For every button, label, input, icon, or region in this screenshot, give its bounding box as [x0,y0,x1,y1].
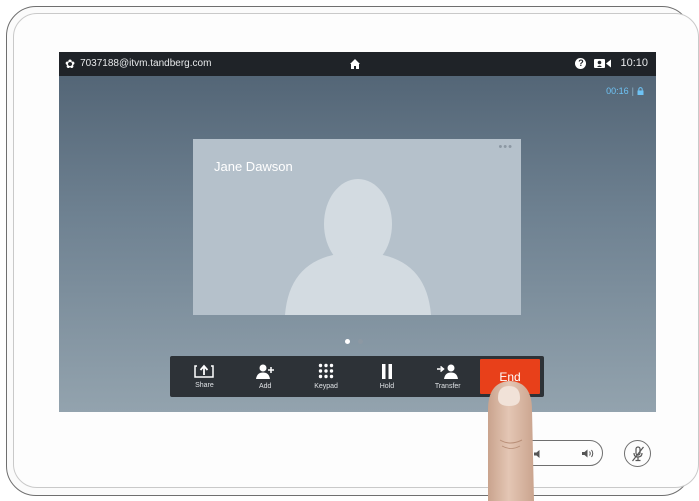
timer-separator: | [631,86,634,96]
add-participant-icon [256,364,275,379]
keypad-icon [318,363,334,379]
keypad-button[interactable]: Keypad [296,356,357,397]
selfview-icon[interactable] [594,58,612,69]
mute-button[interactable] [624,440,651,467]
volume-up-icon[interactable] [582,448,594,459]
participant-tile[interactable]: Jane Dawson ••• [193,139,521,315]
call-screen: ✿ 7037188@itvm.tandberg.com ? 10:10 00:1… [59,52,656,412]
add-label: Add [259,382,272,390]
share-button[interactable]: Share [174,356,235,397]
hold-button[interactable]: Hold [356,356,417,397]
page-dot-1[interactable] [345,339,350,344]
transfer-icon [436,364,458,379]
help-icon[interactable]: ? [575,57,587,69]
settings-area[interactable]: ✿ 7037188@itvm.tandberg.com [65,58,212,70]
pause-icon [381,363,392,379]
keypad-label: Keypad [314,383,338,390]
page-dot-2[interactable] [358,339,363,344]
participant-name: Jane Dawson [214,159,293,174]
share-icon [194,364,215,378]
call-timer: 00:16 | [606,86,644,96]
home-icon[interactable] [349,58,361,70]
gear-icon[interactable]: ✿ [65,58,75,70]
status-bar: ✿ 7037188@itvm.tandberg.com ? 10:10 [59,52,656,76]
volume-down-icon[interactable] [534,449,544,459]
lock-icon [637,87,644,95]
transfer-button[interactable]: Transfer [417,356,478,397]
end-call-button[interactable]: End [480,359,540,394]
status-right: ? 10:10 [575,57,648,69]
share-label: Share [195,382,214,389]
call-toolbar: Share Add Keypad Hold Transfer End [170,356,544,397]
more-icon[interactable]: ••• [498,141,513,153]
clock: 10:10 [620,57,648,69]
call-duration: 00:16 [606,86,629,96]
add-button[interactable]: Add [235,356,296,397]
page-indicator[interactable] [345,339,363,344]
system-address: 7037188@itvm.tandberg.com [80,58,212,69]
mic-mute-icon [631,445,644,461]
volume-control[interactable] [511,440,603,466]
transfer-label: Transfer [434,382,461,390]
avatar-silhouette-icon [285,179,431,315]
hold-label: Hold [379,382,395,390]
